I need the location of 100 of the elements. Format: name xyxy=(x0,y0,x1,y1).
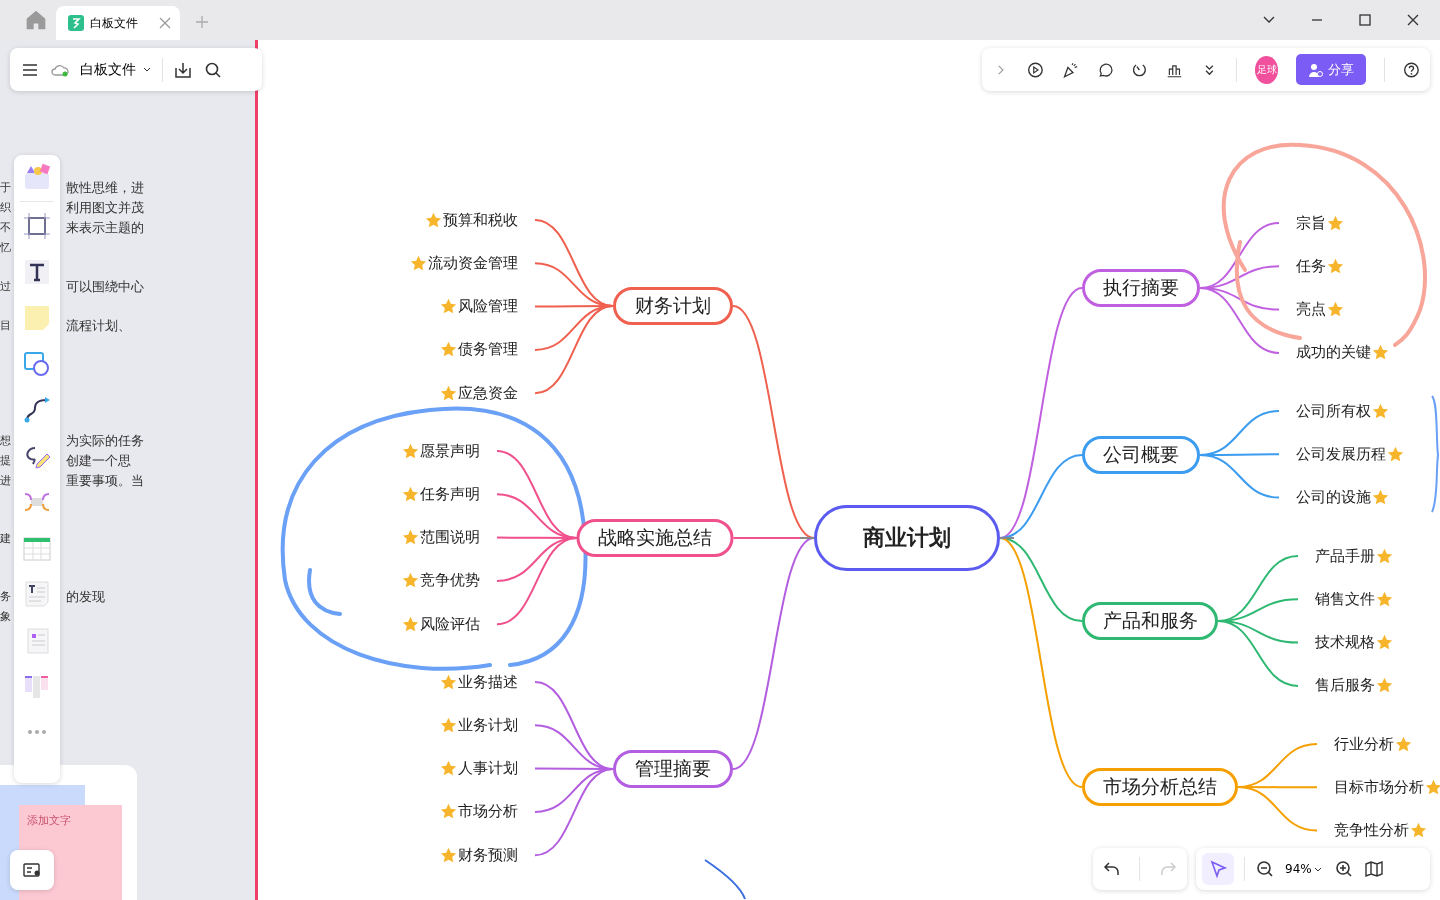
star-icon xyxy=(440,673,457,691)
star-icon xyxy=(402,442,419,460)
subtopic[interactable]: 愿景声明 xyxy=(402,440,480,462)
subtopic[interactable]: 销售文件 xyxy=(1315,588,1393,611)
star-icon xyxy=(440,716,457,734)
doc-text: 重要事项。当 xyxy=(66,472,145,490)
branch-topic[interactable]: 公司概要 xyxy=(1082,436,1200,474)
subtopic[interactable]: 业务描述 xyxy=(440,671,518,693)
root-topic[interactable]: 商业计划 xyxy=(814,505,1000,571)
doc-text: 过 xyxy=(0,279,12,295)
subtopic[interactable]: 债务管理 xyxy=(440,338,518,361)
share-button[interactable]: 分享 xyxy=(1296,54,1367,85)
star-icon xyxy=(1327,214,1344,232)
map-icon[interactable] xyxy=(1363,859,1384,879)
subtopic[interactable]: 竞争优势 xyxy=(402,569,480,592)
branch-topic[interactable]: 产品和服务 xyxy=(1082,602,1218,640)
doc-text: 象 xyxy=(0,609,12,625)
star-icon xyxy=(440,760,457,778)
subtopic[interactable]: 宗旨 xyxy=(1296,212,1344,234)
star-icon xyxy=(1376,677,1393,695)
star-icon xyxy=(440,341,457,359)
subtopic[interactable]: 售后服务 xyxy=(1315,674,1393,697)
doc-text: 织 xyxy=(0,200,12,216)
doc-text: 来表示主题的 xyxy=(66,219,145,237)
star-icon xyxy=(440,298,457,316)
file-name-dropdown[interactable]: 白板文件 xyxy=(80,60,152,79)
doc-text: 忆 xyxy=(0,240,12,256)
doc-text: 不 xyxy=(0,220,12,236)
doc-text: 的发现 xyxy=(66,588,106,606)
doc-text: 进 xyxy=(0,473,12,489)
zoom-in-icon[interactable] xyxy=(1333,859,1354,879)
app-logo-icon xyxy=(68,15,84,31)
frame-icon[interactable] xyxy=(21,210,53,242)
doc-text: 目 xyxy=(0,318,12,334)
star-icon xyxy=(1327,301,1344,319)
subtopic[interactable]: 目标市场分析 xyxy=(1334,776,1440,799)
branch-topic[interactable]: 财务计划 xyxy=(613,287,733,325)
subtopic[interactable]: 公司发展历程 xyxy=(1296,443,1404,466)
star-icon xyxy=(1376,590,1393,608)
subtopic[interactable]: 预算和税收 xyxy=(425,209,518,231)
branch-topic[interactable]: 管理摘要 xyxy=(613,750,733,788)
subtopic[interactable]: 范围说明 xyxy=(402,526,480,549)
star-icon xyxy=(440,803,457,821)
doc-text: 提 xyxy=(0,453,12,469)
subtopic[interactable]: 成功的关键 xyxy=(1296,341,1389,364)
subtopic[interactable]: 亮点 xyxy=(1296,298,1344,321)
subtopic[interactable]: 公司所有权 xyxy=(1296,400,1389,422)
subtopic[interactable]: 行业分析 xyxy=(1334,733,1412,755)
subtopic[interactable]: 公司的设施 xyxy=(1296,486,1389,509)
star-icon xyxy=(1387,445,1404,463)
subtopic[interactable]: 财务预测 xyxy=(440,844,518,867)
doc-text: 散性思维，进 xyxy=(66,179,145,197)
star-icon xyxy=(410,254,427,272)
star-icon xyxy=(402,529,419,547)
star-icon xyxy=(440,846,457,864)
star-icon xyxy=(425,211,442,229)
subtopic[interactable]: 市场分析 xyxy=(440,800,518,823)
subtopic[interactable]: 业务计划 xyxy=(440,714,518,737)
branch-topic[interactable]: 战略实施总结 xyxy=(576,519,734,557)
star-icon xyxy=(402,615,419,633)
star-icon xyxy=(1376,634,1393,652)
star-icon xyxy=(1376,547,1393,565)
star-icon xyxy=(1410,822,1427,840)
star-icon xyxy=(402,572,419,590)
subtopic[interactable]: 竞争性分析 xyxy=(1334,819,1427,842)
subtopic[interactable]: 应急资金 xyxy=(440,382,518,405)
subtopic[interactable]: 任务 xyxy=(1296,255,1344,278)
star-icon xyxy=(1372,402,1389,420)
doc-text: 想 xyxy=(0,433,12,449)
location-card-icon[interactable] xyxy=(22,860,42,880)
subtopic[interactable]: 技术规格 xyxy=(1315,631,1393,654)
star-icon xyxy=(402,485,419,503)
doc-text: 建 xyxy=(0,531,12,547)
doc-text: 利用图文并茂 xyxy=(66,199,145,217)
doc-text: 务 xyxy=(0,589,12,605)
doc-text: 流程计划、 xyxy=(66,317,132,335)
subtopic[interactable]: 人事计划 xyxy=(440,757,518,780)
document-tab[interactable]: 白板文件 xyxy=(56,6,180,40)
doc-text: 创建一个思 xyxy=(66,452,132,470)
sticky-note-text: 添加文字 xyxy=(27,814,71,827)
doc-text: 可以围绕中心 xyxy=(66,278,145,296)
select-tool-button[interactable] xyxy=(1202,853,1234,885)
star-icon xyxy=(1327,257,1344,275)
user-add-icon xyxy=(1308,61,1325,78)
doc-text: 于 xyxy=(0,180,12,196)
subtopic[interactable]: 产品手册 xyxy=(1315,545,1393,567)
branch-topic[interactable]: 执行摘要 xyxy=(1082,269,1200,307)
zoom-level-dropdown[interactable]: 94% xyxy=(1285,862,1324,876)
star-icon xyxy=(1372,489,1389,507)
star-icon xyxy=(1425,778,1440,796)
subtopic[interactable]: 任务声明 xyxy=(402,483,480,506)
star-icon xyxy=(1372,344,1389,362)
star-icon xyxy=(440,384,457,402)
star-icon xyxy=(1395,735,1412,753)
doc-text: 为实际的任务 xyxy=(66,432,145,450)
branch-topic[interactable]: 市场分析总结 xyxy=(1082,768,1238,806)
subtopic[interactable]: 风险管理 xyxy=(440,295,518,318)
subtopic[interactable]: 风险评估 xyxy=(402,613,480,636)
subtopic[interactable]: 流动资金管理 xyxy=(410,252,518,275)
zoom-out-icon[interactable] xyxy=(1255,859,1275,879)
